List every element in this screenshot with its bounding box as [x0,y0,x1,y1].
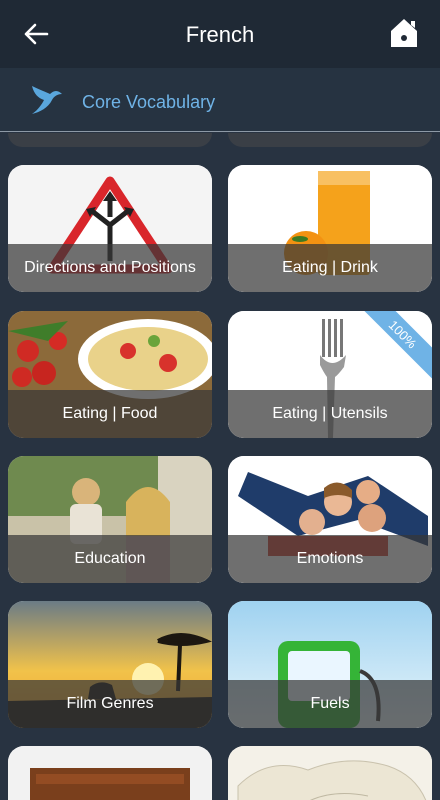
card-label: Eating | Food [62,405,158,422]
category-card-education[interactable]: Education [8,456,212,583]
card-stub [228,133,432,147]
furniture-image [8,746,212,800]
bird-logo-icon [32,86,62,114]
card-label: Directions and Positions [24,259,196,276]
card-label: Education [74,550,146,567]
category-grid[interactable]: Directions and Positions Eating | Drink … [0,133,440,800]
home-button[interactable] [386,14,422,52]
home-icon [391,19,417,47]
card-label: Emotions [296,550,364,567]
category-card-partial[interactable] [8,746,212,800]
category-card-fuels[interactable]: Fuels [228,601,432,728]
category-card-food[interactable]: Eating | Food [8,311,212,438]
card-label: Film Genres [66,695,154,712]
card-label: Fuels [310,695,350,712]
category-card-emotions[interactable]: Emotions [228,456,432,583]
card-label: Eating | Utensils [272,405,388,422]
card-stub [8,133,212,147]
section-title: Core Vocabulary [82,92,216,112]
section-header: Core Vocabulary [0,68,440,132]
category-card-film-genres[interactable]: Film Genres [8,601,212,728]
page-title: French [185,22,255,47]
top-bar: French [0,0,440,68]
card-label: Eating | Drink [282,259,378,276]
map-image [228,746,432,800]
category-card-directions[interactable]: Directions and Positions [8,165,212,292]
category-card-partial[interactable] [228,746,432,800]
category-card-utensils[interactable]: 100% Eating | Utensils [228,311,432,438]
category-card-drink[interactable]: Eating | Drink [228,165,432,292]
